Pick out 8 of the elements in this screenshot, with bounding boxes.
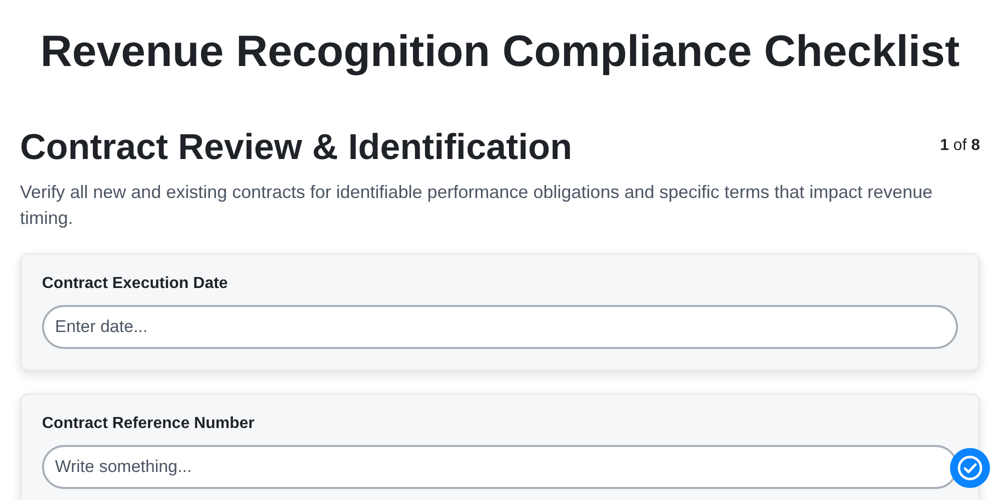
field-label: Contract Reference Number [42,414,256,434]
section-description: Verify all new and existing contracts for identifiable performance obligations and specific terms that impact revenue timing. [20,181,934,230]
check-circle-icon [957,455,983,481]
page-title: Revenue Recognition Compliance Checklist [39,26,961,78]
step-counter: 1 of 8 [940,137,980,155]
input-field[interactable]: Enter date... [42,305,958,349]
section-heading: Contract Review & Identification [20,125,572,169]
field-label: Contract Execution Date [42,274,229,294]
